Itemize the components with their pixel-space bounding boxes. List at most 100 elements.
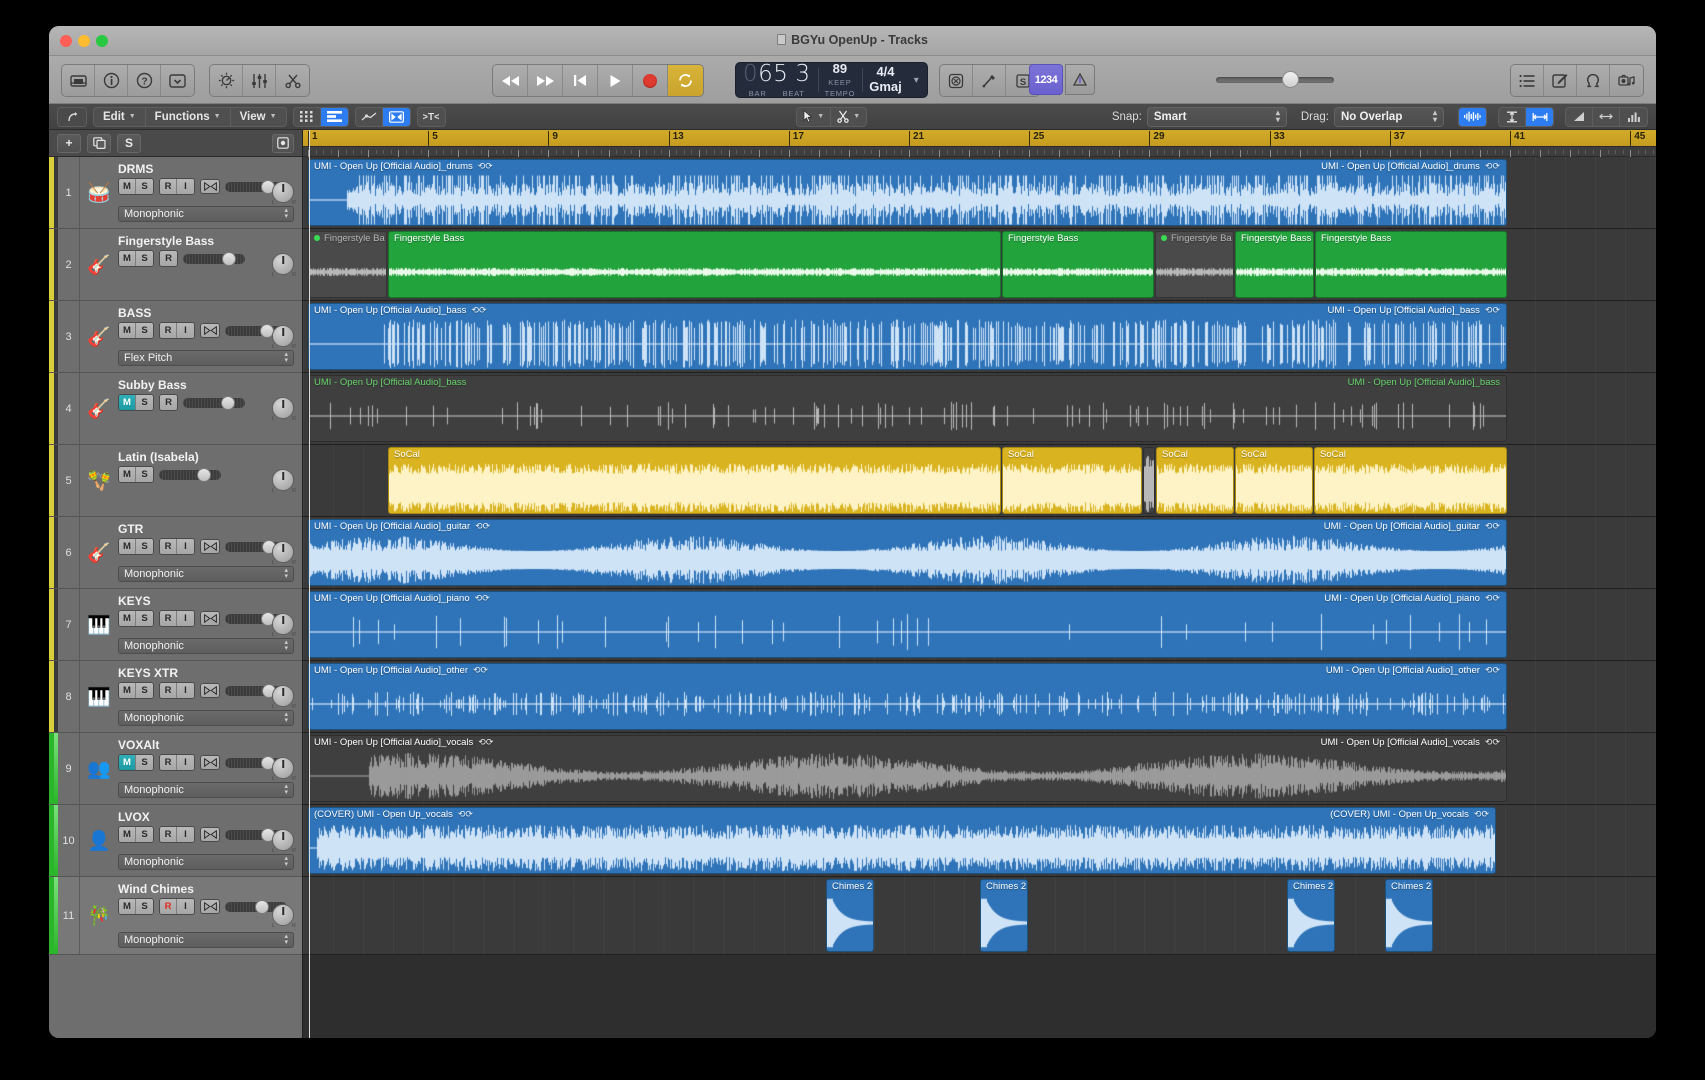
menu-view[interactable]: View▼ (231, 108, 286, 126)
track-name[interactable]: Fingerstyle Bass (118, 234, 214, 248)
audio-region[interactable]: UMI - Open Up [Official Audio]_bassUMI -… (308, 375, 1507, 442)
plugin-slot[interactable]: Monophonic ▴▾ (118, 638, 294, 654)
smart-controls-icon[interactable] (210, 65, 243, 96)
record-enable-button[interactable]: R (160, 611, 177, 626)
tuner-meter-icon[interactable] (1065, 64, 1095, 95)
flex-time-icon[interactable] (1459, 108, 1486, 126)
slider-knob[interactable] (1282, 71, 1299, 88)
plugin-slot[interactable]: Monophonic ▴▾ (118, 566, 294, 582)
solo-button[interactable]: S (136, 251, 153, 266)
track-lane[interactable]: SoCalSoCalSoCalSoCalSoCal (303, 445, 1656, 517)
track-name[interactable]: KEYS (118, 594, 151, 608)
solo-button[interactable]: S (136, 683, 153, 698)
editors-icon[interactable] (276, 65, 309, 96)
track-name[interactable]: KEYS XTR (118, 666, 178, 680)
input-monitor-button[interactable]: I (177, 683, 194, 698)
flex-icon[interactable] (383, 108, 410, 126)
record-enable-button[interactable]: R (160, 323, 177, 338)
list-editors-icon[interactable] (1511, 65, 1544, 96)
track-name[interactable]: VOXAlt (118, 738, 159, 752)
undo-icon[interactable] (57, 107, 87, 127)
pan-knob[interactable]: L R (272, 469, 296, 493)
track-header-latin-isabela-[interactable]: 5 🪇 Latin (Isabela) MS L R (49, 445, 302, 517)
crossfade-icon[interactable] (200, 611, 220, 626)
tuner-icon[interactable] (973, 65, 1006, 96)
audio-region[interactable]: Chimes 2.3 (1287, 879, 1335, 952)
track-name[interactable]: GTR (118, 522, 143, 536)
audio-region[interactable]: Fingerstyle Ba (1155, 231, 1234, 298)
audio-region[interactable]: UMI - Open Up [Official Audio]_guitar⟲⟳U… (308, 519, 1507, 586)
menu-functions[interactable]: Functions▼ (146, 108, 231, 126)
plugin-slot[interactable]: Monophonic ▴▾ (118, 782, 294, 798)
track-name[interactable]: BASS (118, 306, 151, 320)
menu-edit[interactable]: Edit▼ (94, 108, 146, 126)
track-name[interactable]: Latin (Isabela) (118, 450, 199, 464)
lcd-display[interactable]: 065 3 BAR BEAT 89 KEEP TEMPO 4/4 Gmaj ▾ (735, 62, 928, 98)
track-header-bass[interactable]: 3 🎸 BASS MSRI L R Flex Pitch ▴▾ (49, 301, 302, 373)
track-lane[interactable]: (COVER) UMI - Open Up_vocals⟲⟳(COVER) UM… (303, 805, 1656, 877)
track-header-gtr[interactable]: 6 🎸 GTR MSRI L R Monophonic ▴▾ (49, 517, 302, 589)
audio-region[interactable]: SoCal (1314, 447, 1507, 514)
mute-button[interactable]: M (119, 179, 136, 194)
audio-region[interactable]: Chimes 2.4 (1385, 879, 1433, 952)
plugin-slot[interactable]: Monophonic ▴▾ (118, 854, 294, 870)
solo-button[interactable]: S (136, 611, 153, 626)
solo-button[interactable]: S (136, 899, 153, 914)
chevron-down-icon[interactable]: ▾ (909, 75, 924, 86)
input-monitor-button[interactable]: I (177, 755, 194, 770)
audio-region[interactable]: Fingerstyle Bass (1315, 231, 1507, 298)
record-enable-button[interactable]: R (160, 539, 177, 554)
audio-region[interactable]: Fingerstyle Ba (308, 231, 387, 298)
audio-region[interactable]: SoCal (1002, 447, 1142, 514)
pan-knob[interactable]: L R (272, 829, 296, 853)
pointer-tool[interactable]: ▼ (797, 108, 831, 126)
track-view-icon[interactable] (321, 108, 348, 126)
solo-button[interactable]: S (136, 323, 153, 338)
track-lane[interactable]: Fingerstyle BaFingerstyle BassFingerstyl… (303, 229, 1656, 301)
audio-region[interactable]: Fingerstyle Bass (1235, 231, 1314, 298)
horizontal-zoom-icon[interactable] (1526, 108, 1553, 126)
crossfade-icon[interactable] (200, 899, 220, 914)
track-name[interactable]: Subby Bass (118, 378, 187, 392)
pan-knob[interactable]: L R (272, 904, 296, 928)
plugin-slot[interactable]: Monophonic ▴▾ (118, 206, 294, 222)
record-enable-button[interactable]: R (160, 251, 177, 266)
solo-button[interactable]: S (136, 467, 153, 482)
solo-all-button[interactable]: S (117, 134, 141, 153)
ruler-bars[interactable]: 15913172125293337414549535761 (303, 130, 1656, 147)
volume-slider[interactable] (183, 252, 245, 266)
audio-region[interactable]: UMI - Open Up [Official Audio]_vocals⟲⟳U… (308, 735, 1507, 802)
input-monitor-button[interactable]: I (177, 179, 194, 194)
volume-slider[interactable] (183, 396, 245, 410)
pan-knob[interactable]: L R (272, 541, 296, 565)
crossfade-icon[interactable] (200, 323, 220, 338)
volume-slider[interactable] (159, 468, 221, 482)
track-name[interactable]: Wind Chimes (118, 882, 194, 896)
play-button[interactable] (598, 65, 633, 96)
audio-region[interactable]: UMI - Open Up [Official Audio]_piano⟲⟳UM… (308, 591, 1507, 658)
mute-button[interactable]: M (119, 539, 136, 554)
mute-button[interactable]: M (119, 395, 136, 410)
fast-forward-button[interactable] (528, 65, 563, 96)
track-lane[interactable]: UMI - Open Up [Official Audio]_bassUMI -… (303, 373, 1656, 445)
master-volume-slider[interactable] (1216, 71, 1334, 88)
slider-knob[interactable] (222, 252, 236, 266)
track-lane[interactable]: UMI - Open Up [Official Audio]_bass⟲⟳UMI… (303, 301, 1656, 373)
slider-knob[interactable] (221, 396, 235, 410)
track-lane[interactable]: UMI - Open Up [Official Audio]_vocals⟲⟳U… (303, 733, 1656, 805)
track-lane[interactable]: UMI - Open Up [Official Audio]_drums⟲⟳UM… (303, 157, 1656, 229)
automation-icon[interactable] (356, 108, 383, 126)
plugin-slot[interactable]: Flex Pitch ▴▾ (118, 350, 294, 366)
input-monitor-button[interactable]: I (177, 539, 194, 554)
mute-button[interactable]: M (119, 323, 136, 338)
slider-knob[interactable] (197, 468, 211, 482)
record-enable-button[interactable]: R (160, 827, 177, 842)
track-lane[interactable]: UMI - Open Up [Official Audio]_piano⟲⟳UM… (303, 589, 1656, 661)
media-browser-icon[interactable] (1610, 65, 1643, 96)
record-config-button[interactable] (272, 134, 294, 153)
mute-button[interactable]: M (119, 827, 136, 842)
track-lane[interactable]: Chimes 2.1Chimes 2.2Chimes 2.3Chimes 2.4 (303, 877, 1656, 955)
pan-knob[interactable]: L R (272, 253, 296, 277)
mute-button[interactable]: M (119, 755, 136, 770)
track-header-wind-chimes[interactable]: 11 🎋 Wind Chimes MSRI L R Monophonic ▴▾ (49, 877, 302, 955)
